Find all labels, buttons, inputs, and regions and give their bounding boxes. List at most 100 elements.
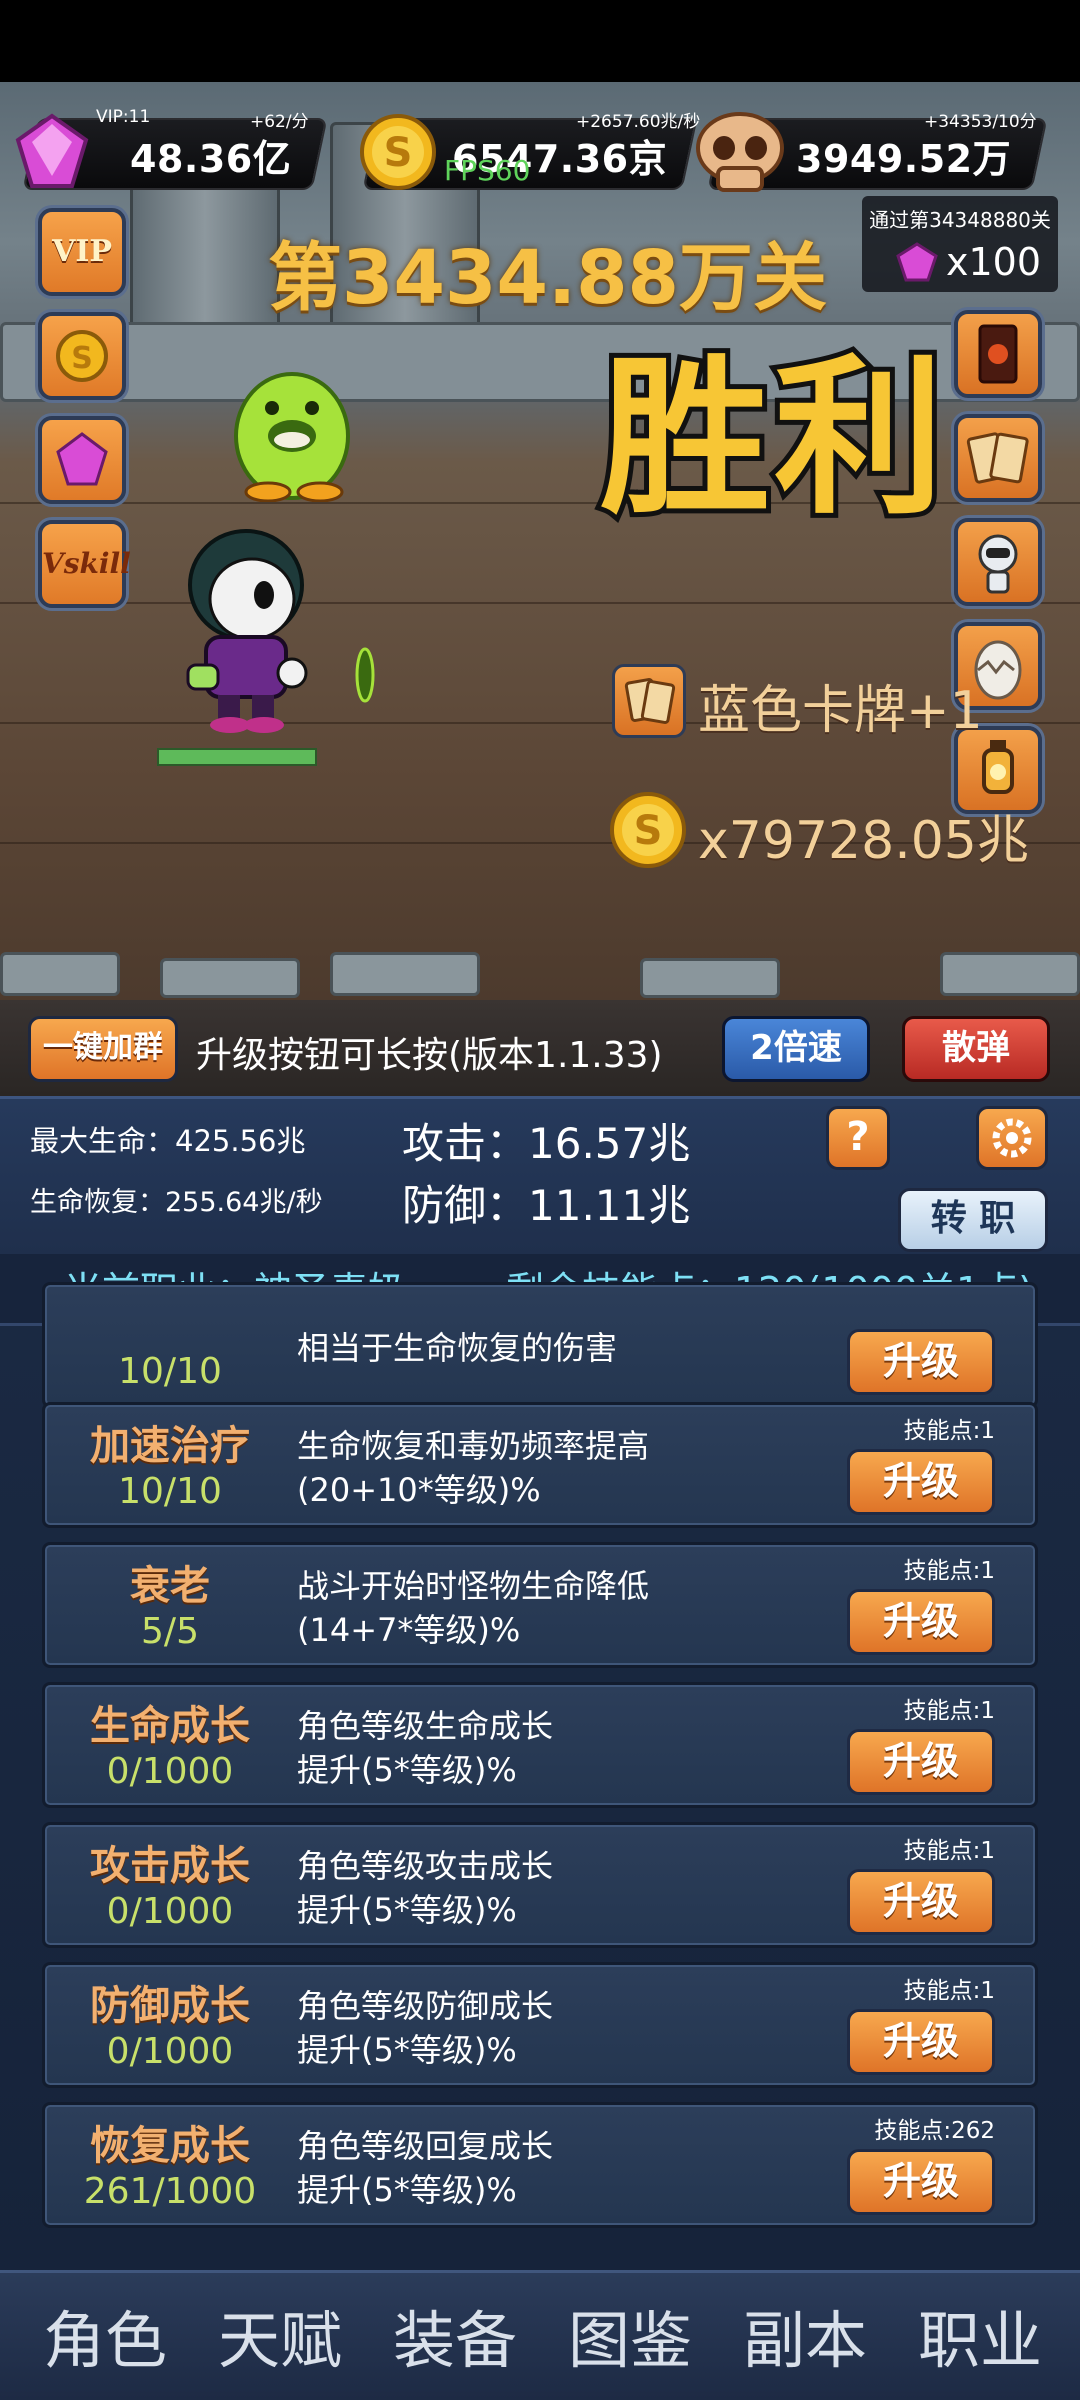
gold-coin-icon: S [56, 330, 108, 382]
gold-coin-icon: S [360, 114, 436, 190]
gem-icon [56, 432, 108, 486]
skill-cost: 技能点:1 [903, 1838, 995, 1864]
passed-label: 通过第34348880关 [869, 208, 1051, 232]
skill-level: 0/1000 [106, 2031, 234, 2072]
upgrade-button[interactable]: 升级 [847, 1589, 995, 1655]
skill-desc-line2: (20+10*等级)% [297, 1471, 541, 1509]
skill-cost: 技能点:1 [903, 1418, 995, 1444]
skill-row: 10/10 相当于生命恢复的伤害 升级 [42, 1282, 1038, 1408]
status-bar [0, 0, 1080, 82]
skill-level: 0/1000 [106, 1751, 234, 1792]
robot-icon [978, 534, 1018, 594]
green-blob-monster [234, 372, 350, 502]
skill-level: 10/10 [118, 1351, 222, 1392]
skill-level: 0/1000 [106, 1891, 234, 1932]
job-change-button[interactable]: 转 职 [898, 1188, 1048, 1252]
gem-shop-button[interactable] [38, 416, 126, 504]
svg-text:S: S [71, 341, 93, 376]
fps-counter: FPS60 [444, 154, 531, 187]
gem-value: 48.36亿 [130, 137, 292, 181]
skill-row: 衰老 5/5 战斗开始时怪物生命降低 (14+7*等级)% 技能点:1 升级 [42, 1542, 1038, 1668]
svg-text:S: S [634, 808, 663, 854]
upgrade-button[interactable]: 升级 [847, 1869, 995, 1935]
robot-button[interactable] [954, 518, 1042, 606]
attack-stat: 攻击：16.57兆 [402, 1119, 691, 1168]
speed-2x-button[interactable]: 2倍速 [722, 1016, 870, 1082]
gem-icon [15, 113, 89, 188]
stone-block [160, 958, 300, 998]
gold-coin-icon: S [610, 792, 686, 868]
skill-name: 攻击成长 [90, 1843, 250, 1889]
nav-dungeon[interactable]: 副本 [720, 2290, 890, 2380]
victory-banner: 胜利 [595, 335, 949, 543]
spread-shot-button[interactable]: 散弹 [902, 1016, 1050, 1082]
skill-level: 10/10 [118, 1471, 222, 1512]
gold-drop-text: x79728.05兆 [698, 811, 1029, 871]
hero-health-bar [157, 748, 317, 766]
nav-job[interactable]: 职业 [895, 2290, 1065, 2380]
skill-desc-line1: 相当于生命恢复的伤害 [297, 1329, 618, 1367]
skill-cost: 技能点:1 [903, 1978, 995, 2004]
skill-level: 261/1000 [83, 2171, 257, 2212]
skill-desc-line1: 生命恢复和毒奶频率提高 [297, 1427, 650, 1465]
skill-desc-line1: 角色等级攻击成长 [297, 1847, 554, 1885]
skill-row: 恢复成长 261/1000 角色等级回复成长 提升(5*等级)% 技能点:262… [42, 2102, 1038, 2228]
upgrade-button[interactable]: 升级 [847, 2149, 995, 2215]
version-hint: 升级按钮可长按(版本1.1.33) [196, 1035, 663, 1076]
svg-text:S: S [384, 130, 413, 176]
upgrade-button[interactable]: 升级 [847, 1329, 995, 1395]
nav-talent[interactable]: 天赋 [195, 2290, 365, 2380]
card-icon [624, 678, 676, 724]
help-button[interactable]: ? [826, 1106, 890, 1170]
stage-passed-reward[interactable]: 通过第34348880关 x100 [862, 196, 1058, 292]
skill-row: 防御成长 0/1000 角色等级防御成长 提升(5*等级)% 技能点:1 升级 [42, 1962, 1038, 2088]
card-icon [966, 432, 1029, 484]
skill-name: 恢复成长 [90, 2123, 250, 2169]
settings-gear-icon [992, 1118, 1032, 1158]
card-icon [978, 324, 1018, 384]
hp-regen: 生命恢复：255.64兆/秒 [30, 1187, 323, 1218]
stone-block [940, 952, 1080, 996]
hero-character [186, 529, 308, 733]
join-group-button[interactable]: 一键加群 [28, 1016, 178, 1082]
vip-button[interactable]: VIP [38, 208, 126, 296]
nav-character[interactable]: 角色 [20, 2290, 190, 2380]
passed-reward-amount: x100 [946, 240, 1042, 284]
vip-level: VIP:11 [96, 107, 151, 127]
stone-block [0, 952, 120, 996]
gold-shop-button[interactable]: S [38, 312, 126, 400]
skill-name: 生命成长 [90, 1703, 250, 1749]
card-collection-button[interactable] [954, 414, 1042, 502]
gem-icon [896, 242, 938, 282]
skill-name: 加速治疗 [90, 1423, 250, 1469]
skill-desc-line1: 战斗开始时怪物生命降低 [297, 1567, 650, 1605]
skill-name: 衰老 [130, 1563, 210, 1609]
skill-row: 加速治疗 10/10 生命恢复和毒奶频率提高 (20+10*等级)% 技能点:1… [42, 1402, 1038, 1528]
skill-row: 攻击成长 0/1000 角色等级攻击成长 提升(5*等级)% 技能点:1 升级 [42, 1822, 1038, 1948]
card-deck-button[interactable] [954, 310, 1042, 398]
stone-block [330, 952, 480, 996]
skill-name: 防御成长 [90, 1983, 250, 2029]
defense-stat: 防御：11.11兆 [402, 1181, 691, 1230]
skill-level: 5/5 [141, 1611, 199, 1652]
skill-desc-line2: (14+7*等级)% [297, 1611, 521, 1649]
skill-desc-line2: 提升(5*等级)% [297, 1891, 517, 1929]
skill-cost: 技能点:1 [903, 1558, 995, 1584]
skill-desc-line1: 角色等级生命成长 [297, 1707, 554, 1745]
vskill-button[interactable]: Vskill [38, 520, 131, 608]
nav-codex[interactable]: 图鉴 [545, 2290, 715, 2380]
skull-icon [696, 112, 784, 192]
poison-projectile-icon [355, 647, 375, 703]
skill-row: 生命成长 0/1000 角色等级生命成长 提升(5*等级)% 技能点:1 升级 [42, 1682, 1038, 1808]
settings-button[interactable] [976, 1106, 1048, 1170]
card-drop-text: 蓝色卡牌+1 [698, 681, 983, 741]
card-drop-icon [612, 664, 686, 738]
upgrade-button[interactable]: 升级 [847, 1449, 995, 1515]
upgrade-button[interactable]: 升级 [847, 2009, 995, 2075]
skill-cost: 技能点:262 [874, 2118, 995, 2144]
upgrade-button[interactable]: 升级 [847, 1729, 995, 1795]
skill-desc-line1: 角色等级防御成长 [297, 1987, 554, 2025]
stone-block [640, 958, 780, 998]
max-hp: 最大生命：425.56兆 [30, 1124, 306, 1158]
nav-equipment[interactable]: 装备 [370, 2290, 540, 2380]
